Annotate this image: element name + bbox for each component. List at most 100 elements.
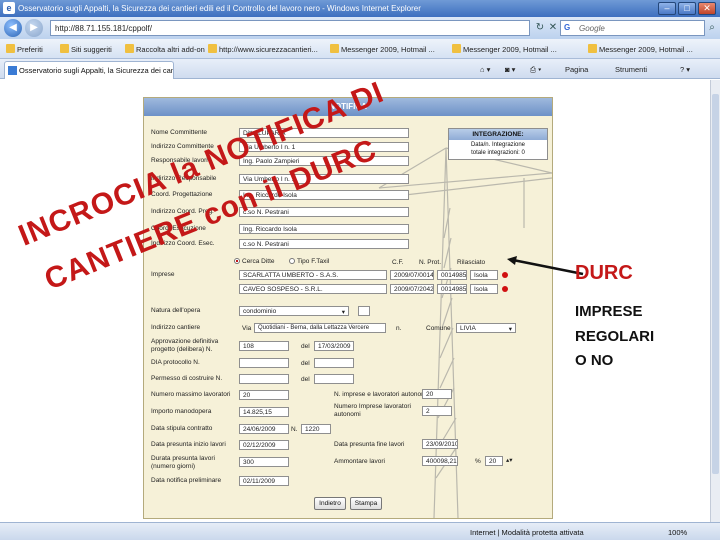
- col-rilascio: Rilasciato: [457, 259, 486, 266]
- scrollbar-thumb[interactable]: [712, 94, 719, 474]
- favorite-sicurezza[interactable]: http://www.sicurezzacantieri...: [208, 44, 318, 54]
- input-permesso-date[interactable]: [314, 374, 354, 384]
- col-cf: C.F.: [392, 259, 404, 266]
- impresa-1-prot[interactable]: 0014985: [437, 270, 467, 280]
- impresa-1-date[interactable]: Isola: [470, 270, 498, 280]
- input-fine[interactable]: 23/09/2010: [422, 439, 458, 449]
- back-button[interactable]: Indietro: [314, 497, 346, 510]
- input-pct[interactable]: 20: [485, 456, 503, 466]
- input-dia[interactable]: [239, 358, 289, 368]
- pct-stepper-icon[interactable]: ▴▾: [506, 456, 513, 464]
- del-label: del: [301, 360, 310, 367]
- label-contratto: Data stipula contratto: [151, 425, 213, 432]
- input-notifica[interactable]: 02/11/2009: [239, 476, 289, 486]
- input-natura-extra[interactable]: [358, 306, 370, 316]
- input-ammontare[interactable]: 400098,21: [422, 456, 458, 466]
- impresa-2-name[interactable]: CAVEO SOSPESO - S.R.L.: [239, 284, 387, 294]
- side-line-2: REGOLARI: [575, 328, 655, 345]
- comune-label: Comune: [426, 325, 451, 332]
- page-icon: [452, 44, 461, 53]
- impresa-1-cf[interactable]: 2009/07/001455: [390, 270, 434, 280]
- label-durata: Durata presunta lavori (numero giorni): [151, 455, 215, 470]
- tab-bar: Osservatorio sugli Appalti, la Sicurezza…: [0, 59, 720, 79]
- forward-arrow-icon[interactable]: ▶: [25, 19, 43, 37]
- favorite-suggested-sites[interactable]: Siti suggeriti: [60, 44, 112, 54]
- address-bar: ◀ ▶ http://88.71.155.181/cppolf/ ↻ ✕ G G…: [0, 17, 720, 39]
- search-placeholder: Google: [579, 24, 605, 33]
- input-imprese-lavoratori[interactable]: 20: [422, 389, 452, 399]
- input-importo[interactable]: 14.825,15: [239, 407, 289, 417]
- red-status-dot-icon: [502, 286, 508, 292]
- input-lavoratori[interactable]: 20: [239, 390, 289, 400]
- contratto-n-label: N.: [291, 426, 298, 433]
- impresa-2-cf[interactable]: 2009/07/204293: [390, 284, 434, 294]
- tab-osservatorio[interactable]: Osservatorio sugli Appalti, la Sicurezza…: [4, 61, 174, 79]
- favorites-button[interactable]: Preferiti: [6, 44, 43, 54]
- input-dia-date[interactable]: [314, 358, 354, 368]
- side-title: DURC: [575, 262, 633, 284]
- page-menu[interactable]: Pagina: [565, 65, 588, 74]
- label-ammontare: Ammontare lavori: [334, 458, 385, 465]
- label-imprese: Imprese: [151, 271, 175, 278]
- home-icon[interactable]: ⌂ ▾: [480, 65, 490, 74]
- radio-tipo-ftaxil[interactable]: Tipo F.Taxil: [289, 258, 329, 265]
- vertical-scrollbar[interactable]: [710, 80, 720, 522]
- input-durata[interactable]: 300: [239, 457, 289, 467]
- input-numero-imprese[interactable]: 2: [422, 406, 452, 416]
- search-icon[interactable]: ⌕: [705, 21, 719, 35]
- input-contratto-n[interactable]: 1220: [301, 424, 331, 434]
- integration-title: INTEGRAZIONE:: [449, 129, 547, 140]
- back-arrow-icon[interactable]: ◀: [4, 19, 22, 37]
- input-indirizzo-coord-esec[interactable]: c.so N. Pestrani: [239, 239, 409, 249]
- impresa-2-date[interactable]: Isola: [470, 284, 498, 294]
- print-button[interactable]: Stampa: [350, 497, 382, 510]
- favorites-bar: Preferiti Siti suggeriti Raccolta altri …: [0, 39, 720, 59]
- input-contratto-date[interactable]: 24/06/2009: [239, 424, 289, 434]
- input-indirizzo-cantiere[interactable]: Quotidiani - Berna, dalla Lettazza Verce…: [254, 323, 386, 333]
- status-text: Internet | Modalità protetta attivata: [470, 528, 584, 537]
- tools-menu[interactable]: Strumenti: [615, 65, 647, 74]
- close-icon[interactable]: ✕: [698, 2, 716, 15]
- favorite-addons[interactable]: Raccolta altri add-on: [125, 44, 205, 54]
- maximize-icon[interactable]: □: [678, 2, 696, 15]
- via-label: Via: [242, 325, 252, 332]
- select-comune[interactable]: LIVIA ▾: [456, 323, 516, 333]
- search-input[interactable]: G Google: [560, 20, 705, 36]
- favorite-messenger-2[interactable]: Messenger 2009, Hotmail ...: [452, 44, 557, 54]
- favorite-messenger-1[interactable]: Messenger 2009, Hotmail ...: [330, 44, 435, 54]
- input-inizio[interactable]: 02/12/2009: [239, 440, 289, 450]
- refresh-icon[interactable]: ↻: [533, 21, 547, 35]
- radio-icon: [289, 258, 295, 264]
- help-icon[interactable]: ? ▾: [680, 65, 690, 74]
- page-icon: [60, 44, 69, 53]
- label-natura-opera: Natura dell'opera: [151, 307, 201, 314]
- select-natura-opera[interactable]: condominio ▾: [239, 306, 349, 316]
- label-committente: Nome Committente: [151, 129, 207, 136]
- arrow-icon: [507, 256, 584, 276]
- page-icon: [588, 44, 597, 53]
- input-coord-esecuzione[interactable]: Ing. Riccardo Isola: [239, 224, 409, 234]
- zoom-level[interactable]: 100%: [668, 528, 687, 537]
- impresa-2-prot[interactable]: 0014985: [437, 284, 467, 294]
- input-approvazione-date[interactable]: 17/03/2009: [314, 341, 354, 351]
- impresa-1-name[interactable]: SCARLATTA UMBERTO - S.A.S.: [239, 270, 387, 280]
- ie-app-icon: e: [3, 2, 15, 14]
- input-approvazione[interactable]: 108: [239, 341, 289, 351]
- stop-icon[interactable]: ✕: [546, 21, 560, 35]
- label-notifica: Data notifica preliminare: [151, 477, 222, 484]
- radio-selected-icon: [234, 258, 240, 264]
- radio-cerca-ditte[interactable]: Cerca Ditte: [234, 258, 275, 265]
- page-icon: [8, 66, 17, 75]
- label-lavoratori: Numero massimo lavoratori: [151, 391, 231, 398]
- input-permesso[interactable]: [239, 374, 289, 384]
- minimize-icon[interactable]: –: [658, 2, 676, 15]
- favorite-messenger-3[interactable]: Messenger 2009, Hotmail ...: [588, 44, 693, 54]
- label-imprese-lavoratori: N. imprese e lavoratori autonomi: [334, 391, 428, 398]
- side-line-1: IMPRESE: [575, 303, 643, 320]
- url-field[interactable]: http://88.71.155.181/cppolf/: [50, 20, 530, 36]
- feeds-icon[interactable]: ◙ ▾: [505, 65, 515, 74]
- print-icon[interactable]: ⎙ ▾: [530, 65, 541, 75]
- n-label: n.: [396, 325, 402, 332]
- label-inizio: Data presunta inizio lavori: [151, 441, 226, 448]
- chevron-down-icon: ▾: [508, 326, 512, 333]
